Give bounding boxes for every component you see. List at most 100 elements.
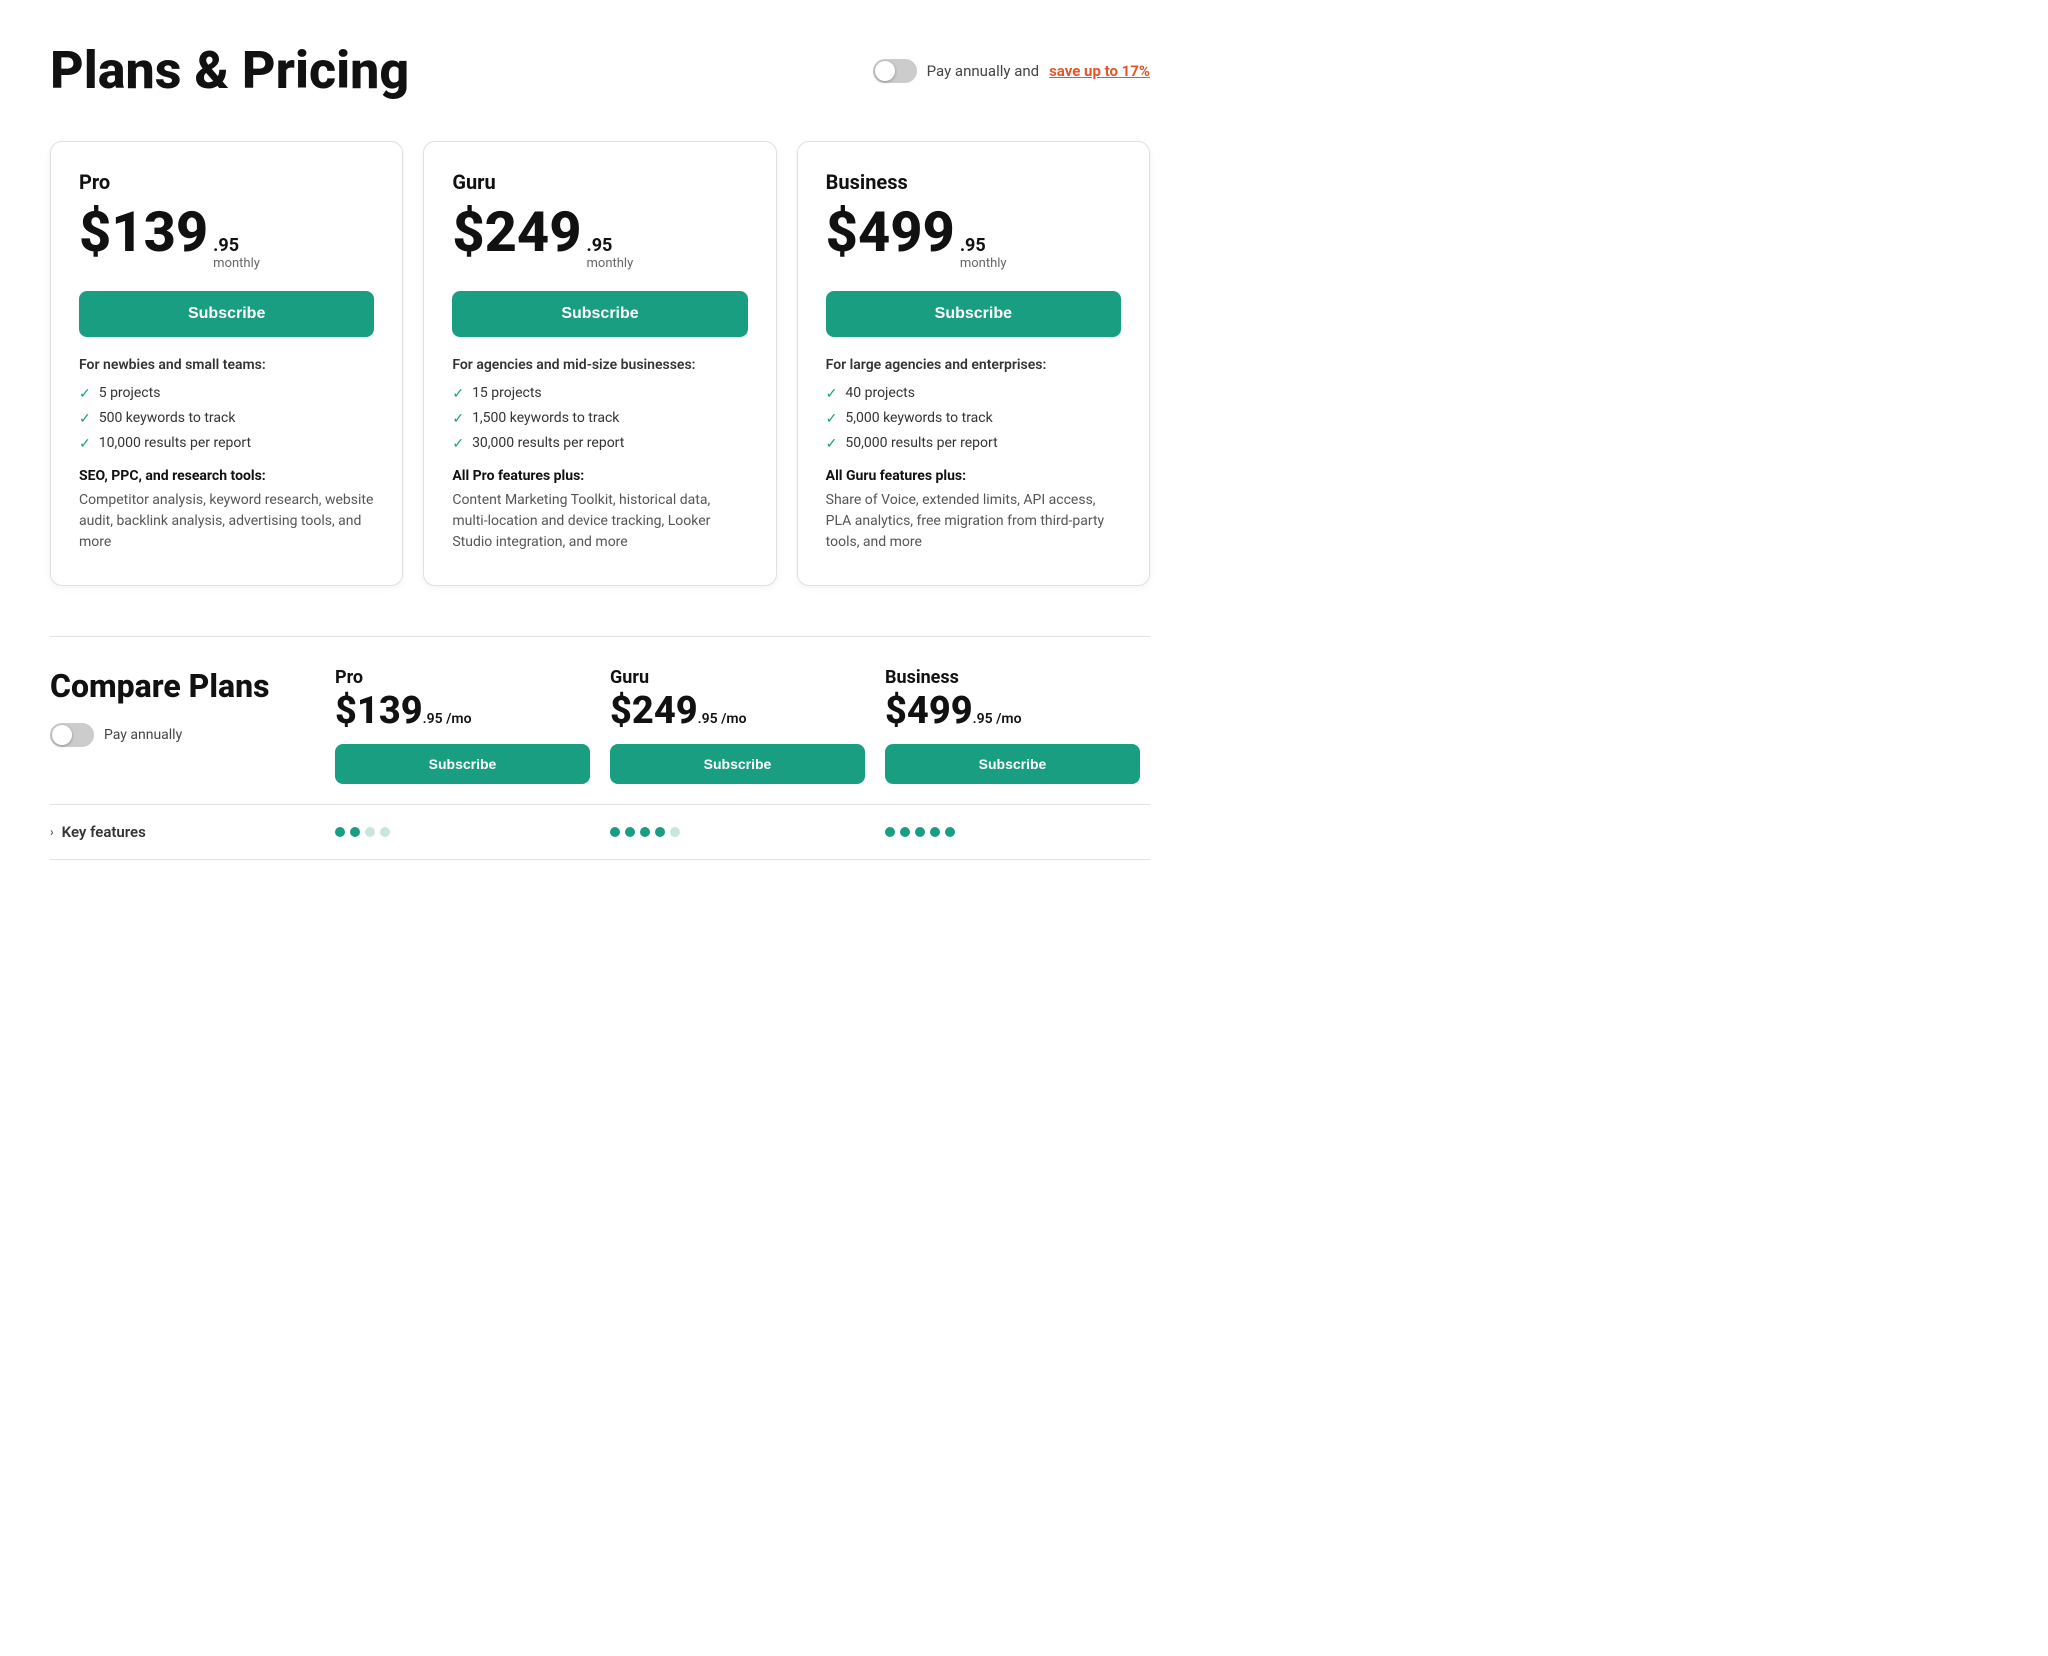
chevron-right-icon: › <box>50 825 54 839</box>
dot-filled <box>350 827 360 837</box>
price-main: $499 <box>826 204 955 260</box>
dots-container-0 <box>325 827 600 837</box>
feature-item: ✓ 5,000 keywords to track <box>826 410 1121 427</box>
price-cents-period: .95 monthly <box>213 235 260 271</box>
dot-filled <box>640 827 650 837</box>
price-period: monthly <box>587 256 634 271</box>
compare-price-row: $139 .95 /mo <box>335 692 590 730</box>
dot-empty <box>380 827 390 837</box>
compare-section: Compare Plans Pay annually Pro $139 .95 … <box>50 636 1150 860</box>
extras-text: Content Marketing Toolkit, historical da… <box>452 490 747 553</box>
plan-name: Business <box>826 170 1121 194</box>
plans-grid: Pro $139 .95 monthly Subscribe For newbi… <box>50 141 1150 586</box>
plan-card-pro: Pro $139 .95 monthly Subscribe For newbi… <box>50 141 403 586</box>
compare-subscribe-btn-0[interactable]: Subscribe <box>335 744 590 784</box>
dot-filled <box>610 827 620 837</box>
feature-item: ✓ 5 projects <box>79 385 374 402</box>
feature-text: 5,000 keywords to track <box>845 410 992 426</box>
price-cents: .95 <box>587 235 634 256</box>
dot-empty <box>365 827 375 837</box>
feature-text: 30,000 results per report <box>472 435 624 451</box>
compare-price-small: .95 /mo <box>423 711 472 727</box>
price-cents-period: .95 monthly <box>587 235 634 271</box>
features-list: ✓ 40 projects ✓ 5,000 keywords to track … <box>826 385 1121 452</box>
dots-container-1 <box>600 827 875 837</box>
plan-price-row: $499 .95 monthly <box>826 204 1121 271</box>
check-icon: ✓ <box>79 411 91 427</box>
dot-filled <box>335 827 345 837</box>
dot-filled <box>625 827 635 837</box>
compare-price-small: .95 /mo <box>973 711 1022 727</box>
check-icon: ✓ <box>452 411 464 427</box>
price-cents: .95 <box>960 235 1007 256</box>
compare-header: Compare Plans Pay annually Pro $139 .95 … <box>50 667 1150 805</box>
subscribe-button-guru[interactable]: Subscribe <box>452 291 747 337</box>
toggle-label: Pay annually and <box>927 62 1039 80</box>
check-icon: ✓ <box>452 436 464 452</box>
compare-price-small: .95 /mo <box>698 711 747 727</box>
subscribe-button-business[interactable]: Subscribe <box>826 291 1121 337</box>
price-cents: .95 <box>213 235 260 256</box>
compare-price-row: $499 .95 /mo <box>885 692 1140 730</box>
extras-title: SEO, PPC, and research tools: <box>79 468 374 484</box>
dot-filled <box>655 827 665 837</box>
compare-plan-name: Pro <box>335 667 590 688</box>
check-icon: ✓ <box>826 436 838 452</box>
plan-card-guru: Guru $249 .95 monthly Subscribe For agen… <box>423 141 776 586</box>
extras-title: All Guru features plus: <box>826 468 1121 484</box>
compare-annual-toggle[interactable] <box>50 723 94 747</box>
check-icon: ✓ <box>79 436 91 452</box>
feature-text: 40 projects <box>845 385 915 401</box>
price-period: monthly <box>960 256 1007 271</box>
key-features-text: Key features <box>62 823 146 841</box>
page-title: Plans & Pricing <box>50 40 409 101</box>
plan-name: Guru <box>452 170 747 194</box>
features-list: ✓ 5 projects ✓ 500 keywords to track ✓ 1… <box>79 385 374 452</box>
compare-price-main: $499 <box>885 692 973 730</box>
compare-price-main: $139 <box>335 692 423 730</box>
compare-plan-col-2: Business $499 .95 /mo Subscribe <box>875 667 1150 784</box>
annual-toggle[interactable] <box>873 59 917 83</box>
extras-text: Competitor analysis, keyword research, w… <box>79 490 374 553</box>
compare-toggle-row: Pay annually <box>50 723 305 747</box>
subscribe-button-pro[interactable]: Subscribe <box>79 291 374 337</box>
compare-price-main: $249 <box>610 692 698 730</box>
plan-price-row: $139 .95 monthly <box>79 204 374 271</box>
key-features-label[interactable]: › Key features <box>50 823 325 841</box>
compare-plan-col-0: Pro $139 .95 /mo Subscribe <box>325 667 600 784</box>
compare-plan-col-1: Guru $249 .95 /mo Subscribe <box>600 667 875 784</box>
plan-target: For newbies and small teams: <box>79 357 374 373</box>
check-icon: ✓ <box>826 411 838 427</box>
annual-toggle-area: Pay annually and save up to 17% <box>873 59 1150 83</box>
key-features-row: › Key features <box>50 805 1150 860</box>
feature-text: 15 projects <box>472 385 542 401</box>
dot-filled <box>915 827 925 837</box>
dot-filled <box>900 827 910 837</box>
extras-title: All Pro features plus: <box>452 468 747 484</box>
compare-subscribe-btn-1[interactable]: Subscribe <box>610 744 865 784</box>
compare-title-col: Compare Plans Pay annually <box>50 667 325 747</box>
dots-container-2 <box>875 827 1150 837</box>
extras-text: Share of Voice, extended limits, API acc… <box>826 490 1121 553</box>
dot-filled <box>885 827 895 837</box>
dot-filled <box>945 827 955 837</box>
price-period: monthly <box>213 256 260 271</box>
feature-item: ✓ 50,000 results per report <box>826 435 1121 452</box>
check-icon: ✓ <box>452 386 464 402</box>
dot-filled <box>930 827 940 837</box>
save-text: save up to 17% <box>1049 62 1150 80</box>
feature-text: 500 keywords to track <box>99 410 236 426</box>
page-header: Plans & Pricing Pay annually and save up… <box>50 40 1150 101</box>
check-icon: ✓ <box>826 386 838 402</box>
compare-plan-name: Guru <box>610 667 865 688</box>
compare-plan-name: Business <box>885 667 1140 688</box>
compare-price-row: $249 .95 /mo <box>610 692 865 730</box>
plan-price-row: $249 .95 monthly <box>452 204 747 271</box>
plan-target: For large agencies and enterprises: <box>826 357 1121 373</box>
features-list: ✓ 15 projects ✓ 1,500 keywords to track … <box>452 385 747 452</box>
price-cents-period: .95 monthly <box>960 235 1007 271</box>
compare-subscribe-btn-2[interactable]: Subscribe <box>885 744 1140 784</box>
compare-section-title: Compare Plans <box>50 667 305 705</box>
price-main: $139 <box>79 204 208 260</box>
dot-empty <box>670 827 680 837</box>
